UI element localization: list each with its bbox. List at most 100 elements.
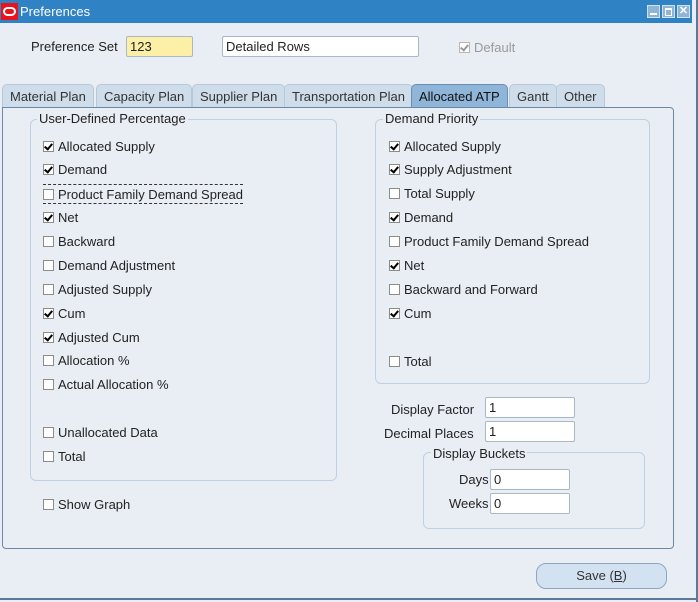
save-suffix: ): [622, 568, 627, 583]
checkbox-item[interactable]: Allocation %: [43, 351, 130, 369]
checkbox-box[interactable]: [43, 426, 54, 438]
checkbox-item[interactable]: Total: [43, 447, 85, 465]
checkbox-box[interactable]: [389, 163, 400, 175]
checkbox-label: Product Family Demand Spread: [404, 233, 589, 249]
tab-capacity-plan[interactable]: Capacity Plan: [96, 84, 193, 107]
default-checkbox-box[interactable]: [459, 41, 470, 53]
checkbox-box[interactable]: [389, 140, 400, 152]
checkbox-item[interactable]: Allocated Supply: [43, 137, 155, 155]
checkbox-box[interactable]: [389, 235, 400, 247]
checkbox-box[interactable]: [389, 259, 400, 271]
checkbox-item[interactable]: Adjusted Cum: [43, 328, 140, 346]
checkbox-item[interactable]: Actual Allocation %: [43, 375, 169, 393]
checkbox-item[interactable]: Net: [389, 256, 424, 274]
maximize-icon[interactable]: [662, 5, 675, 18]
checkbox-label: Cum: [58, 305, 86, 321]
days-label: Days: [459, 472, 489, 487]
description-input[interactable]: [222, 36, 419, 57]
tab-other[interactable]: Other: [556, 84, 605, 107]
checkbox-item[interactable]: Total: [389, 352, 431, 370]
checkbox-item[interactable]: Net: [43, 208, 78, 226]
checkbox-label: Show Graph: [58, 496, 131, 512]
show-graph-checkbox[interactable]: Show Graph: [43, 495, 130, 513]
checkbox-box[interactable]: [43, 188, 54, 200]
checkbox-label: Actual Allocation %: [58, 376, 169, 392]
checkbox-item[interactable]: Cum: [43, 304, 85, 322]
checkbox-item[interactable]: Cum: [389, 304, 431, 322]
decimal-places-input[interactable]: [485, 421, 575, 442]
checkbox-item[interactable]: Unallocated Data: [43, 423, 158, 441]
checkbox-label: Product Family Demand Spread: [58, 186, 243, 202]
checkbox-box[interactable]: [389, 187, 400, 199]
checkbox-item[interactable]: Demand Adjustment: [43, 256, 175, 274]
tab-gantt[interactable]: Gantt: [509, 84, 557, 107]
checkbox-item[interactable]: Product Family Demand Spread: [43, 184, 243, 204]
checkbox-item[interactable]: Demand: [43, 160, 107, 178]
checkbox-label: Demand: [404, 209, 454, 225]
checkbox-box[interactable]: [43, 378, 54, 390]
checkbox-label: Demand Adjustment: [58, 257, 176, 273]
checkbox-item[interactable]: Demand: [389, 208, 453, 226]
checkbox-item[interactable]: Backward and Forward: [389, 280, 538, 298]
checkbox-item[interactable]: Product Family Demand Spread: [389, 232, 589, 250]
weeks-input[interactable]: [490, 493, 570, 514]
checkbox-label: Allocated Supply: [404, 138, 501, 154]
tab-label: Supplier Plan: [200, 89, 278, 104]
tab-label: Transportation Plan: [292, 89, 405, 104]
tab-label: Material Plan: [10, 89, 86, 104]
checkbox-box[interactable]: [43, 331, 54, 343]
checkbox-box[interactable]: [43, 307, 54, 319]
tab-label: Allocated ATP: [419, 89, 500, 104]
checkbox-item[interactable]: Supply Adjustment: [389, 160, 512, 178]
checkbox-item[interactable]: Total Supply: [389, 184, 475, 202]
decimal-places-label: Decimal Places: [384, 426, 474, 441]
preference-set-input[interactable]: [126, 36, 193, 57]
checkbox-item[interactable]: Adjusted Supply: [43, 280, 152, 298]
display-factor-label: Display Factor: [391, 402, 475, 417]
checkbox-box[interactable]: [43, 283, 54, 295]
title-bar: Preferences ✕: [0, 0, 692, 23]
checkbox-box[interactable]: [43, 354, 54, 366]
checkbox-label: Net: [404, 257, 425, 273]
checkbox-box[interactable]: [389, 283, 400, 295]
display-factor-input[interactable]: [485, 397, 575, 418]
display-buckets-group: [423, 452, 645, 529]
checkbox-box[interactable]: [389, 211, 400, 223]
checkbox-label: Supply Adjustment: [404, 161, 512, 177]
user-defined-percentage-title: User-Defined Percentage: [37, 111, 188, 126]
checkbox-box[interactable]: [389, 307, 400, 319]
save-button[interactable]: Save (B): [536, 563, 667, 589]
tab-transportation-plan[interactable]: Transportation Plan: [284, 84, 413, 107]
checkbox-label: Total: [404, 353, 432, 369]
checkbox-label: Allocated Supply: [58, 138, 155, 154]
checkbox-box[interactable]: [43, 140, 54, 152]
checkbox-item[interactable]: Backward: [43, 232, 115, 250]
preference-set-label: Preference Set: [31, 39, 118, 54]
checkbox-label: Adjusted Supply: [58, 281, 152, 297]
tab-supplier-plan[interactable]: Supplier Plan: [192, 84, 286, 107]
checkbox-box[interactable]: [43, 498, 54, 510]
window-bottom-border: [0, 598, 698, 600]
checkbox-label: Backward: [58, 233, 116, 249]
checkbox-box[interactable]: [43, 211, 54, 223]
checkbox-box[interactable]: [43, 259, 54, 271]
display-buckets-title: Display Buckets: [431, 446, 528, 461]
checkbox-box[interactable]: [389, 355, 400, 367]
checkbox-item[interactable]: Allocated Supply: [389, 137, 501, 155]
close-icon[interactable]: ✕: [677, 5, 690, 18]
default-checkbox[interactable]: Default: [459, 38, 515, 56]
checkbox-label: Net: [58, 209, 79, 225]
checkbox-label: Allocation %: [58, 352, 130, 368]
tab-material-plan[interactable]: Material Plan: [2, 84, 94, 107]
window-title: Preferences: [20, 4, 91, 19]
checkbox-box[interactable]: [43, 235, 54, 247]
oracle-logo-icon: [1, 3, 18, 20]
checkbox-label: Demand: [58, 161, 108, 177]
checkbox-box[interactable]: [43, 163, 54, 175]
days-input[interactable]: [490, 469, 570, 490]
checkbox-box[interactable]: [43, 450, 54, 462]
tab-allocated-atp[interactable]: Allocated ATP: [411, 84, 508, 107]
tab-label: Other: [564, 89, 597, 104]
checkbox-label: Backward and Forward: [404, 281, 538, 297]
minimize-icon[interactable]: [647, 5, 660, 18]
